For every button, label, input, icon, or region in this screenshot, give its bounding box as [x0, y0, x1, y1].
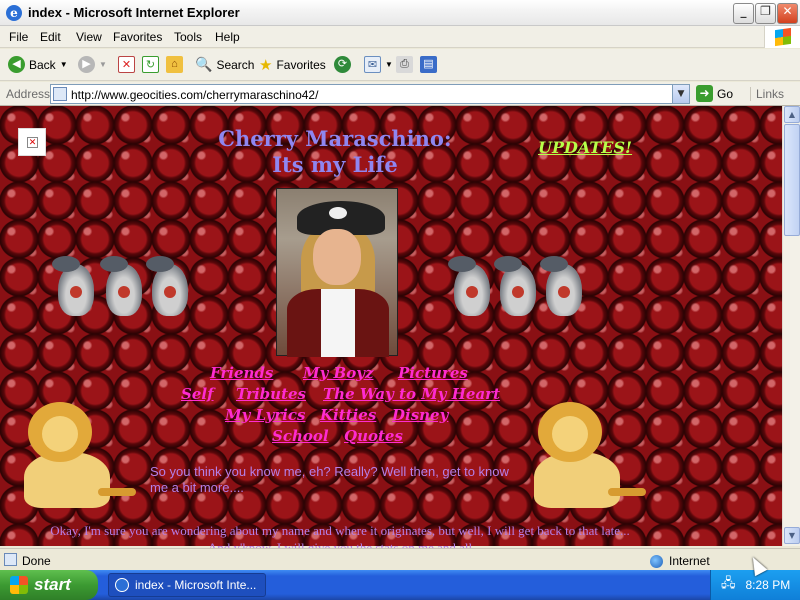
nav-link-friends[interactable]: Friends: [210, 364, 273, 382]
back-arrow-icon: ◀: [8, 56, 25, 73]
nav-link-disney[interactable]: Disney: [392, 406, 448, 424]
nav-link-way-to-my-heart[interactable]: The Way to My Heart: [323, 385, 500, 403]
page-title-line2: Its my Life: [272, 152, 398, 177]
go-button[interactable]: ➜ Go: [696, 85, 733, 102]
scroll-thumb[interactable]: [784, 124, 800, 236]
forward-button[interactable]: ▶ ▼: [78, 56, 107, 73]
go-arrow-icon: ➜: [696, 85, 713, 102]
links-button[interactable]: Links: [750, 87, 784, 101]
nav-link-my-boyz[interactable]: My Boyz: [303, 364, 373, 382]
menu-tools[interactable]: Tools: [174, 30, 202, 44]
bird-icon: [146, 256, 194, 322]
home-icon: ⌂: [166, 56, 183, 73]
back-dropdown-icon[interactable]: ▼: [60, 60, 68, 69]
bird-icon: [494, 256, 542, 322]
forward-arrow-icon: ▶: [78, 56, 95, 73]
back-button[interactable]: ◀ Back ▼: [8, 56, 68, 73]
stop-button[interactable]: ✕: [118, 56, 135, 73]
home-button[interactable]: ⌂: [166, 56, 183, 73]
favorites-star-icon: ★: [259, 57, 273, 74]
start-button[interactable]: start: [0, 570, 98, 600]
lion-image: [20, 402, 136, 510]
bird-icon: [100, 256, 148, 322]
lion-image: [530, 402, 646, 510]
menu-view[interactable]: View: [76, 30, 102, 44]
address-field[interactable]: http://www.geocities.com/cherrymaraschin…: [50, 84, 690, 104]
menu-edit[interactable]: Edit: [40, 30, 61, 44]
nav-link-tributes[interactable]: Tributes: [236, 385, 306, 403]
security-zone: Internet: [650, 554, 710, 568]
close-button[interactable]: ✕: [777, 3, 798, 24]
standard-toolbar: ◀ Back ▼ ▶ ▼ ✕ ↻ ⌂ 🔍 Search ★ Favorites …: [0, 49, 800, 81]
history-button[interactable]: ⟳: [334, 56, 351, 73]
favorites-label: Favorites: [276, 58, 326, 72]
history-icon: ⟳: [334, 56, 351, 73]
status-text: Done: [22, 554, 51, 568]
bird-icon: [52, 256, 100, 322]
minimize-button[interactable]: _: [733, 3, 754, 24]
broken-image-icon: ✕: [18, 128, 46, 156]
updates-link[interactable]: UPDATES!: [538, 138, 632, 157]
refresh-button[interactable]: ↻: [142, 56, 159, 73]
go-label: Go: [717, 86, 734, 101]
address-input[interactable]: http://www.geocities.com/cherrymaraschin…: [71, 88, 318, 102]
mail-button[interactable]: ✉ ▼: [364, 56, 393, 73]
page-icon: [53, 87, 67, 101]
ie-logo-icon: e: [6, 5, 22, 21]
page-done-icon: [4, 553, 17, 566]
status-bar: Done Internet: [0, 548, 800, 570]
nav-link-kitties[interactable]: Kitties: [320, 406, 376, 424]
ie-logo-icon: [115, 578, 129, 592]
back-label: Back: [29, 57, 56, 72]
globe-icon: [650, 554, 663, 568]
page-title-line1: Cherry Maraschino:: [218, 126, 452, 151]
window-title: index - Microsoft Internet Explorer: [28, 5, 240, 20]
print-icon: ⎙: [396, 56, 413, 73]
windows-flag-icon: [10, 576, 28, 594]
profile-photo: [276, 188, 398, 357]
network-icon[interactable]: 🖧: [721, 574, 736, 596]
nav-link-school[interactable]: School: [272, 427, 329, 445]
title-bar: e index - Microsoft Internet Explorer _ …: [0, 0, 800, 26]
address-label: Address: [6, 87, 51, 101]
mail-icon: ✉: [364, 56, 381, 73]
search-icon: 🔍: [195, 56, 213, 72]
clock: 8:28 PM: [745, 578, 791, 592]
intro-text: So you think you know me, eh? Really? We…: [150, 464, 509, 495]
nav-link-pictures[interactable]: Pictures: [398, 364, 468, 382]
scroll-up-icon[interactable]: ▲: [784, 106, 800, 123]
menu-favorites[interactable]: Favorites: [113, 30, 162, 44]
bird-icon: [448, 256, 496, 322]
scroll-down-icon[interactable]: ▼: [784, 527, 800, 544]
taskbar: start index - Microsoft Inte... 🖧 8:28 P…: [0, 570, 800, 600]
mail-dropdown-icon[interactable]: ▼: [385, 60, 393, 69]
search-button[interactable]: 🔍 Search: [195, 56, 254, 73]
windows-flag-icon: [764, 26, 800, 48]
edit-button[interactable]: ▤: [420, 56, 437, 73]
vertical-scrollbar[interactable]: ▲ ▼: [782, 106, 800, 546]
favorites-button[interactable]: ★ Favorites: [259, 56, 326, 74]
address-bar: Address http://www.geocities.com/cherrym…: [0, 82, 800, 106]
start-label: start: [34, 575, 71, 594]
menu-help[interactable]: Help: [215, 30, 240, 44]
menu-bar: File Edit View Favorites Tools Help: [0, 26, 800, 48]
nav-link-quotes[interactable]: Quotes: [344, 427, 403, 445]
nav-link-my-lyrics[interactable]: My Lyrics: [225, 406, 305, 424]
taskbar-item-label: index - Microsoft Inte...: [135, 578, 257, 592]
search-label: Search: [216, 57, 255, 72]
restore-button[interactable]: ❐: [755, 3, 776, 24]
address-dropdown-icon[interactable]: ▼: [672, 85, 689, 103]
edit-page-icon: ▤: [420, 56, 437, 73]
menu-file[interactable]: File: [9, 30, 28, 44]
stop-icon: ✕: [118, 56, 135, 73]
nav-link-self[interactable]: Self: [181, 385, 214, 403]
zone-label: Internet: [669, 554, 710, 568]
taskbar-item-ie[interactable]: index - Microsoft Inte...: [108, 573, 266, 597]
refresh-icon: ↻: [142, 56, 159, 73]
bird-icon: [540, 256, 588, 322]
forward-dropdown-icon[interactable]: ▼: [99, 60, 107, 69]
print-button[interactable]: ⎙: [396, 56, 413, 73]
